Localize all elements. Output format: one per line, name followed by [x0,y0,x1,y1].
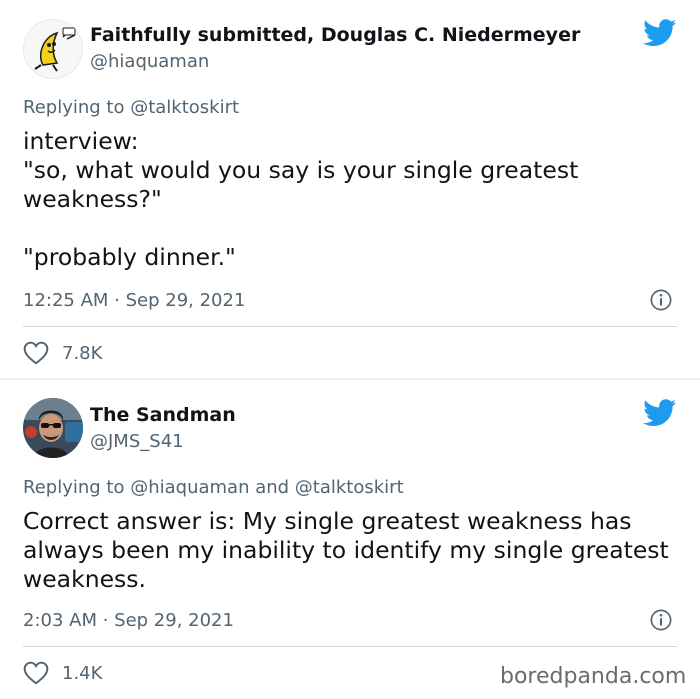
timestamp[interactable]: 2:03 AM · Sep 29, 2021 [23,610,234,631]
info-icon[interactable] [650,609,672,631]
mention-link[interactable]: @hiaquaman [130,477,249,498]
like-count: 1.4K [62,662,103,684]
info-icon[interactable] [650,289,672,311]
tweet-text-line: Correct answer is: My single greatest we… [23,507,669,593]
heart-icon [23,661,49,685]
replying-to: Replying to @talktoskirt [23,97,239,118]
tweet-card: The Sandman @JMS_S41 Replying to @hiaqua… [0,380,700,699]
replying-to: Replying to @hiaquaman and @talktoskirt [23,477,404,498]
user-handle[interactable]: @hiaquaman [90,51,209,72]
tweet-text-line [23,214,673,243]
tweet-text: interview: "so, what would you say is yo… [23,127,673,272]
mention-link[interactable]: @talktoskirt [130,97,239,118]
display-name[interactable]: The Sandman [90,404,236,426]
man-with-sunglasses-avatar-icon [23,398,83,458]
avatar[interactable] [23,19,83,79]
divider [23,326,677,327]
like-count: 7.8K [62,342,103,364]
watermark: boredpanda.com [500,664,687,689]
timestamp[interactable]: 12:25 AM · Sep 29, 2021 [23,290,245,311]
user-handle[interactable]: @JMS_S41 [90,431,184,452]
replying-joiner: and [249,477,295,498]
like-button[interactable]: 1.4K [23,661,102,685]
tweet-text-line: "so, what would you say is your single g… [23,156,579,213]
mention-link[interactable]: @talktoskirt [295,477,404,498]
avatar[interactable] [23,398,83,458]
tweet-text-line: interview: [23,127,139,155]
tweet-card: Faithfully submitted, Douglas C. Niederm… [0,0,700,378]
replying-prefix: Replying to [23,97,131,118]
tweet-text-line: "probably dinner." [23,243,236,271]
divider [23,646,677,647]
tweet-text: Correct answer is: My single greatest we… [23,507,673,594]
twitter-bird-icon[interactable] [643,19,677,47]
like-button[interactable]: 7.8K [23,341,102,365]
banana-avatar-icon [23,19,83,79]
twitter-bird-icon[interactable] [643,399,677,427]
replying-prefix: Replying to [23,477,131,498]
display-name[interactable]: Faithfully submitted, Douglas C. Niederm… [90,24,580,46]
heart-icon [23,341,49,365]
